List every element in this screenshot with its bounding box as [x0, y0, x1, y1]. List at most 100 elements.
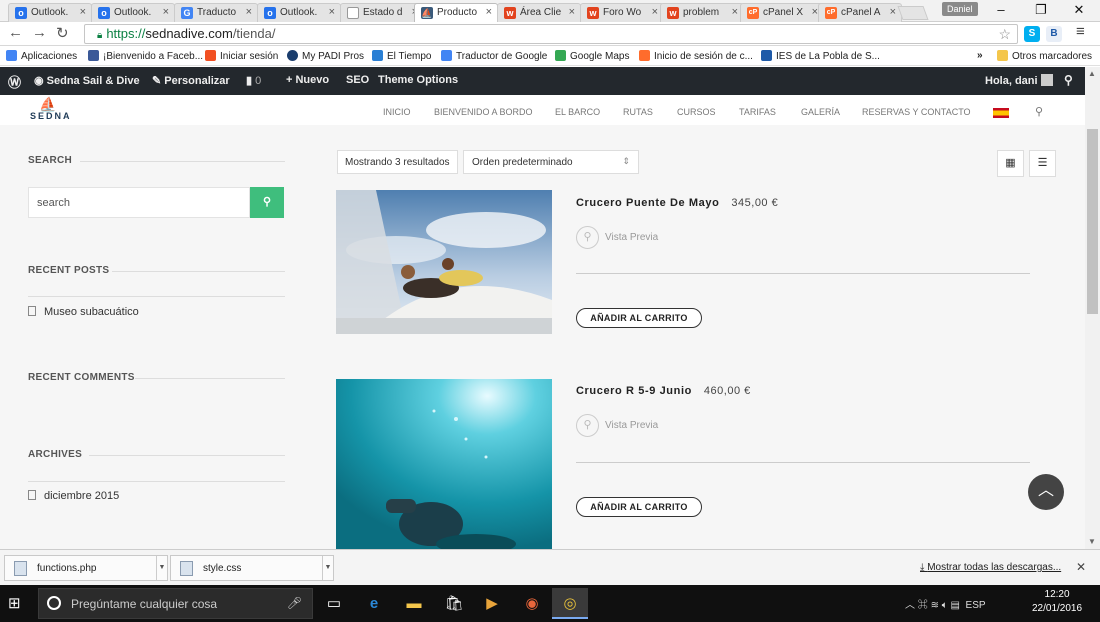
browser-tab[interactable]: w Área Clie ×	[497, 3, 581, 22]
minimize-icon[interactable]: –	[986, 2, 1016, 17]
bookmark-item[interactable]: Google Maps	[555, 50, 629, 62]
url-input[interactable]: 🔒︎ https://sednadive.com/tienda/ ☆	[84, 24, 1018, 44]
skype-extension-icon[interactable]: S	[1024, 26, 1040, 42]
product-title[interactable]: Crucero Puente De Mayo 345,00 €	[576, 197, 778, 209]
nav-el-barco[interactable]: EL BARCO	[555, 107, 600, 117]
bookmark-item[interactable]: Traductor de Google	[441, 50, 547, 62]
grid-view-button[interactable]: ▦	[997, 150, 1024, 177]
product-image[interactable]	[336, 190, 552, 334]
nav-cursos[interactable]: CURSOS	[677, 107, 716, 117]
cortana-search-box[interactable]: Pregúntame cualquier cosa 🎤︎	[38, 588, 313, 619]
scroll-down-arrow-icon[interactable]: ▼	[1088, 537, 1096, 546]
browser-tab[interactable]: cP cPanel A ×	[818, 3, 902, 22]
sidebar-search-input[interactable]: search	[28, 187, 250, 218]
bookmark-item[interactable]: Iniciar sesión	[205, 50, 278, 62]
edge-browser-icon[interactable]: e	[356, 588, 392, 619]
spain-flag-icon[interactable]	[993, 108, 1009, 118]
scrollbar-thumb[interactable]	[1087, 129, 1098, 314]
close-tab-icon[interactable]: ×	[890, 6, 896, 18]
bookmark-item[interactable]: Inicio de sesión de c...	[639, 50, 753, 62]
chevron-up-icon[interactable]: ︿	[905, 600, 915, 611]
language-indicator[interactable]: ESP	[966, 600, 986, 611]
download-item[interactable]: style.css ▼	[170, 555, 334, 581]
browser-tab[interactable]: o Outlook. ×	[257, 3, 341, 22]
chevron-down-icon[interactable]: ▼	[322, 556, 333, 580]
other-bookmarks-folder[interactable]: Otros marcadores	[997, 50, 1092, 62]
quick-view-link[interactable]: ⚲ Vista Previa	[576, 226, 658, 249]
product-title[interactable]: Crucero R 5-9 Junio 460,00 €	[576, 385, 751, 397]
bookmark-item[interactable]: ¡Bienvenido a Faceb...	[88, 50, 203, 62]
close-download-shelf-icon[interactable]: ✕	[1076, 560, 1086, 574]
volume-icon[interactable]: 🔈︎	[942, 600, 948, 611]
close-tab-icon[interactable]: ×	[163, 6, 169, 18]
nav-galeria[interactable]: GALERÍA	[801, 107, 840, 117]
quick-view-link[interactable]: ⚲ Vista Previa	[576, 414, 658, 437]
site-search-icon[interactable]: ⚲	[1035, 105, 1043, 118]
bookmark-item[interactable]: My PADI Pros	[287, 50, 364, 62]
store-icon[interactable]: 🛍︎	[436, 588, 472, 619]
nav-reservas[interactable]: RESERVAS Y CONTACTO	[862, 107, 971, 117]
download-item[interactable]: functions.php ▼	[4, 555, 168, 581]
add-to-cart-button[interactable]: AÑADIR AL CARRITO	[576, 497, 702, 517]
notifications-icon[interactable]: ▤	[951, 600, 960, 611]
close-window-icon[interactable]: ✕	[1064, 2, 1094, 18]
scroll-to-top-button[interactable]: ︿	[1028, 474, 1064, 510]
bookmark-star-icon[interactable]: ☆	[998, 25, 1011, 43]
close-tab-icon[interactable]: ×	[652, 6, 658, 18]
bookmarks-overflow-chevron[interactable]: »	[977, 50, 983, 61]
archive-link[interactable]: diciembre 2015	[28, 490, 119, 502]
nav-tarifas[interactable]: TARIFAS	[739, 107, 776, 117]
wp-theme-options[interactable]: Theme Options	[378, 74, 458, 86]
scroll-up-arrow-icon[interactable]: ▲	[1088, 69, 1096, 78]
file-explorer-icon[interactable]: ▬	[396, 588, 432, 619]
back-arrow-icon[interactable]: ←	[8, 24, 23, 41]
windows-start-icon[interactable]: ⊞	[8, 594, 21, 612]
restore-icon[interactable]: ❐	[1026, 2, 1056, 18]
add-to-cart-button[interactable]: AÑADIR AL CARRITO	[576, 308, 702, 328]
page-scrollbar[interactable]: ▲ ▼	[1085, 67, 1100, 549]
browser-tab[interactable]: o Outlook. ×	[91, 3, 175, 22]
reload-icon[interactable]: ↻	[56, 24, 69, 42]
close-tab-icon[interactable]: ×	[246, 6, 252, 18]
chrome-icon[interactable]: ◎	[552, 588, 588, 619]
nav-inicio[interactable]: INICIO	[383, 107, 411, 117]
media-player-icon[interactable]: ▶	[474, 588, 510, 619]
browser-tab[interactable]: w Foro Wo ×	[580, 3, 664, 22]
task-view-icon[interactable]: ▭	[316, 588, 352, 619]
extension-icon[interactable]: B	[1046, 26, 1062, 42]
network-icon[interactable]: ⌘	[918, 600, 928, 611]
browser-tab[interactable]: Estado d×	[340, 3, 424, 22]
show-all-downloads-link[interactable]: ⤓ Mostrar todas las descargas...	[920, 562, 1061, 573]
site-logo[interactable]: ⛵ SEDNA	[30, 97, 70, 123]
firefox-icon[interactable]: ◉	[514, 588, 550, 619]
close-tab-icon[interactable]: ×	[329, 6, 335, 18]
product-image[interactable]	[336, 379, 552, 549]
close-tab-icon[interactable]: ×	[80, 6, 86, 18]
wordpress-logo-icon[interactable]: Ⓦ	[8, 72, 21, 91]
microphone-icon[interactable]: 🎤︎	[287, 596, 302, 610]
wifi-icon[interactable]: ≋	[931, 600, 939, 611]
wp-comments[interactable]: ▮ 0	[246, 74, 261, 87]
bookmark-item[interactable]: IES de La Pobla de S...	[761, 50, 880, 62]
wp-site-name[interactable]: ◉ Sedna Sail & Dive	[34, 74, 140, 87]
search-button[interactable]: ⚲	[250, 187, 284, 218]
close-tab-icon[interactable]: ×	[486, 6, 492, 18]
browser-tab[interactable]: o Outlook. ×	[8, 3, 92, 22]
wp-new-content[interactable]: + Nuevo	[286, 74, 329, 86]
recent-post-link[interactable]: Museo subacuático	[28, 306, 139, 318]
browser-tab-active[interactable]: ⛵ Producto ×	[414, 3, 498, 22]
wp-search-icon[interactable]: ⚲	[1064, 73, 1073, 87]
list-view-button[interactable]: ☰	[1029, 150, 1056, 177]
profile-button[interactable]: Daniel	[942, 2, 978, 16]
nav-rutas[interactable]: RUTAS	[623, 107, 653, 117]
forward-arrow-icon[interactable]: →	[32, 24, 47, 41]
chevron-down-icon[interactable]: ▼	[156, 556, 167, 580]
bookmark-apps[interactable]: Aplicaciones	[6, 50, 77, 62]
browser-tab[interactable]: G Traducto ×	[174, 3, 258, 22]
browser-tab[interactable]: cP cPanel X ×	[740, 3, 824, 22]
new-tab-button[interactable]	[897, 6, 929, 20]
nav-bienvenido[interactable]: BIENVENIDO A BORDO	[434, 107, 533, 117]
close-tab-icon[interactable]: ×	[732, 6, 738, 18]
menu-icon[interactable]: ≡	[1076, 23, 1085, 40]
orderby-select[interactable]: Orden predeterminado ⇕	[463, 150, 639, 174]
